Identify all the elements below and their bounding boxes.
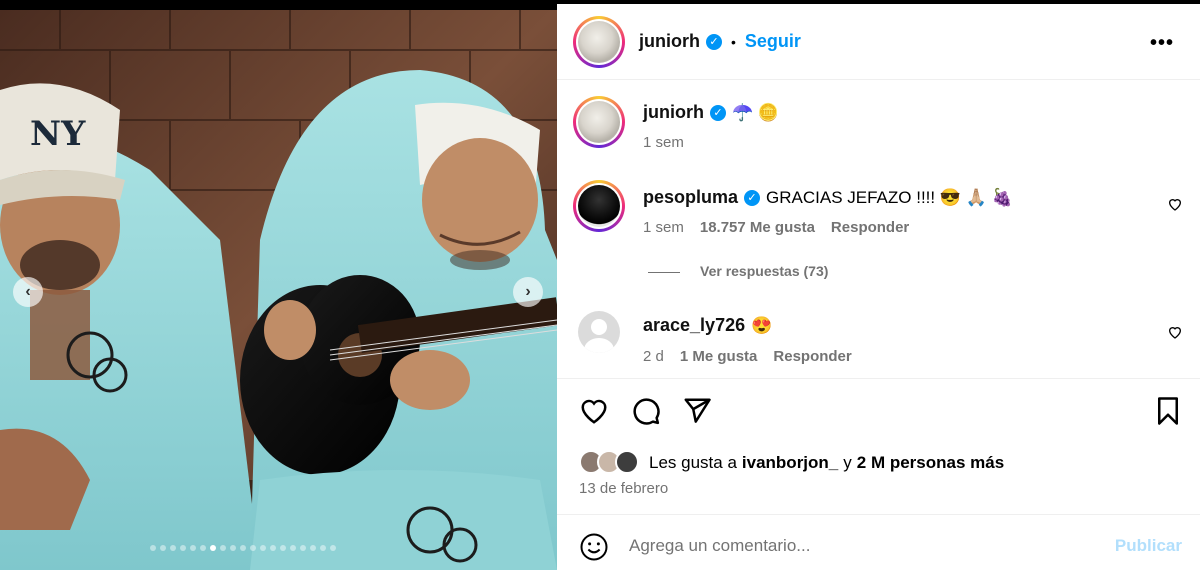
- carousel-dot: [310, 545, 316, 551]
- caption-text: ☂️ 🪙: [732, 102, 780, 122]
- verified-badge-icon: ✓: [706, 33, 722, 50]
- comment-author[interactable]: arace_ly726: [643, 315, 745, 336]
- svg-text:NY: NY: [30, 114, 86, 154]
- caption-author[interactable]: juniorh: [643, 102, 704, 123]
- comment-likes[interactable]: 1 Me gusta: [680, 348, 758, 365]
- replies-divider: [648, 272, 680, 273]
- post-media: NY ‹ ›: [0, 0, 557, 570]
- caption: juniorh ✓ ☂️ 🪙 1 sem: [557, 96, 1200, 166]
- carousel-dot: [260, 545, 266, 551]
- comment-likes[interactable]: 18.757 Me gusta: [700, 219, 815, 236]
- verified-badge-icon: ✓: [710, 104, 726, 121]
- like-heart-icon[interactable]: [579, 396, 609, 426]
- carousel-dot: [300, 545, 306, 551]
- likes-prefix: Les gusta a: [649, 453, 737, 472]
- share-send-icon[interactable]: [682, 396, 712, 426]
- post-photo: NY: [0, 10, 557, 570]
- likes-conj: y: [843, 453, 852, 472]
- carousel-dot: [150, 545, 156, 551]
- carousel-dot: [170, 545, 176, 551]
- carousel-dot: [240, 545, 246, 551]
- comment-time[interactable]: 2 d: [643, 348, 664, 365]
- post-header: juniorh ✓ • Seguir •••: [557, 4, 1200, 80]
- bookmark-icon[interactable]: [1153, 396, 1183, 426]
- carousel-dot: [160, 545, 166, 551]
- author-username[interactable]: juniorh: [639, 31, 700, 52]
- comment-author[interactable]: pesopluma: [643, 187, 738, 208]
- carousel-indicator: [150, 545, 336, 551]
- comment-item: pesopluma ✓ GRACIAS JEFAZO !!!! 😎 🙏🏼 🍇 1…: [557, 180, 1200, 250]
- default-avatar-icon[interactable]: [578, 311, 620, 353]
- carousel-dot: [270, 545, 276, 551]
- carousel-dot: [180, 545, 186, 551]
- follow-button[interactable]: Seguir: [745, 31, 801, 52]
- post-side-panel: juniorh ✓ • Seguir ••• juniorh ✓ ☂️ 🪙 1 …: [557, 0, 1200, 570]
- caption-author-avatar[interactable]: [573, 96, 625, 148]
- liker-avatar: [615, 450, 639, 474]
- like-comment-heart-icon[interactable]: [1167, 324, 1183, 340]
- carousel-dot: [280, 545, 286, 551]
- likes-count[interactable]: 2 M personas más: [857, 453, 1004, 473]
- divider: [557, 378, 1200, 379]
- carousel-dot: [220, 545, 226, 551]
- comment-text: 😍: [751, 315, 773, 335]
- view-replies-button[interactable]: Ver respuestas (73): [700, 263, 828, 279]
- comment-item: arace_ly726 😍 2 d 1 Me gusta Responder: [557, 311, 1200, 371]
- carousel-dot: [200, 545, 206, 551]
- comment-avatar[interactable]: [573, 180, 625, 232]
- carousel-dot: [320, 545, 326, 551]
- carousel-dot: [330, 545, 336, 551]
- likes-summary: Les gusta a ivanborjon_ y 2 M personas m…: [649, 453, 1004, 473]
- carousel-dot: [250, 545, 256, 551]
- caption-time[interactable]: 1 sem: [643, 134, 684, 151]
- like-comment-heart-icon[interactable]: [1167, 196, 1183, 212]
- verified-badge-icon: ✓: [744, 189, 761, 206]
- comment-bubble-icon[interactable]: [631, 396, 661, 426]
- carousel-dot: [230, 545, 236, 551]
- more-options-icon[interactable]: •••: [1150, 32, 1174, 55]
- carousel-prev-button[interactable]: ‹: [13, 277, 43, 307]
- carousel-dot: [190, 545, 196, 551]
- divider: [557, 514, 1200, 515]
- reply-button[interactable]: Responder: [773, 348, 851, 365]
- reply-button[interactable]: Responder: [831, 219, 909, 236]
- header-dot: •: [731, 33, 736, 50]
- media-top-border: [0, 0, 557, 10]
- liker-username[interactable]: ivanborjon_: [742, 453, 838, 473]
- comment-input[interactable]: Agrega un comentario...: [629, 536, 810, 556]
- view-replies-row: Ver respuestas (73): [557, 262, 1200, 282]
- likers-avatars[interactable]: [579, 450, 639, 474]
- post-date[interactable]: 13 de febrero: [579, 480, 668, 497]
- publish-button[interactable]: Publicar: [1115, 536, 1182, 556]
- author-avatar[interactable]: [573, 16, 625, 68]
- emoji-icon[interactable]: [579, 532, 609, 562]
- author-avatar-image: [578, 21, 620, 63]
- carousel-next-button[interactable]: ›: [513, 277, 543, 307]
- comment-time[interactable]: 1 sem: [643, 219, 684, 236]
- carousel-dot: [290, 545, 296, 551]
- carousel-dot: [210, 545, 216, 551]
- comment-text: GRACIAS JEFAZO !!!! 😎 🙏🏼 🍇: [766, 187, 1013, 207]
